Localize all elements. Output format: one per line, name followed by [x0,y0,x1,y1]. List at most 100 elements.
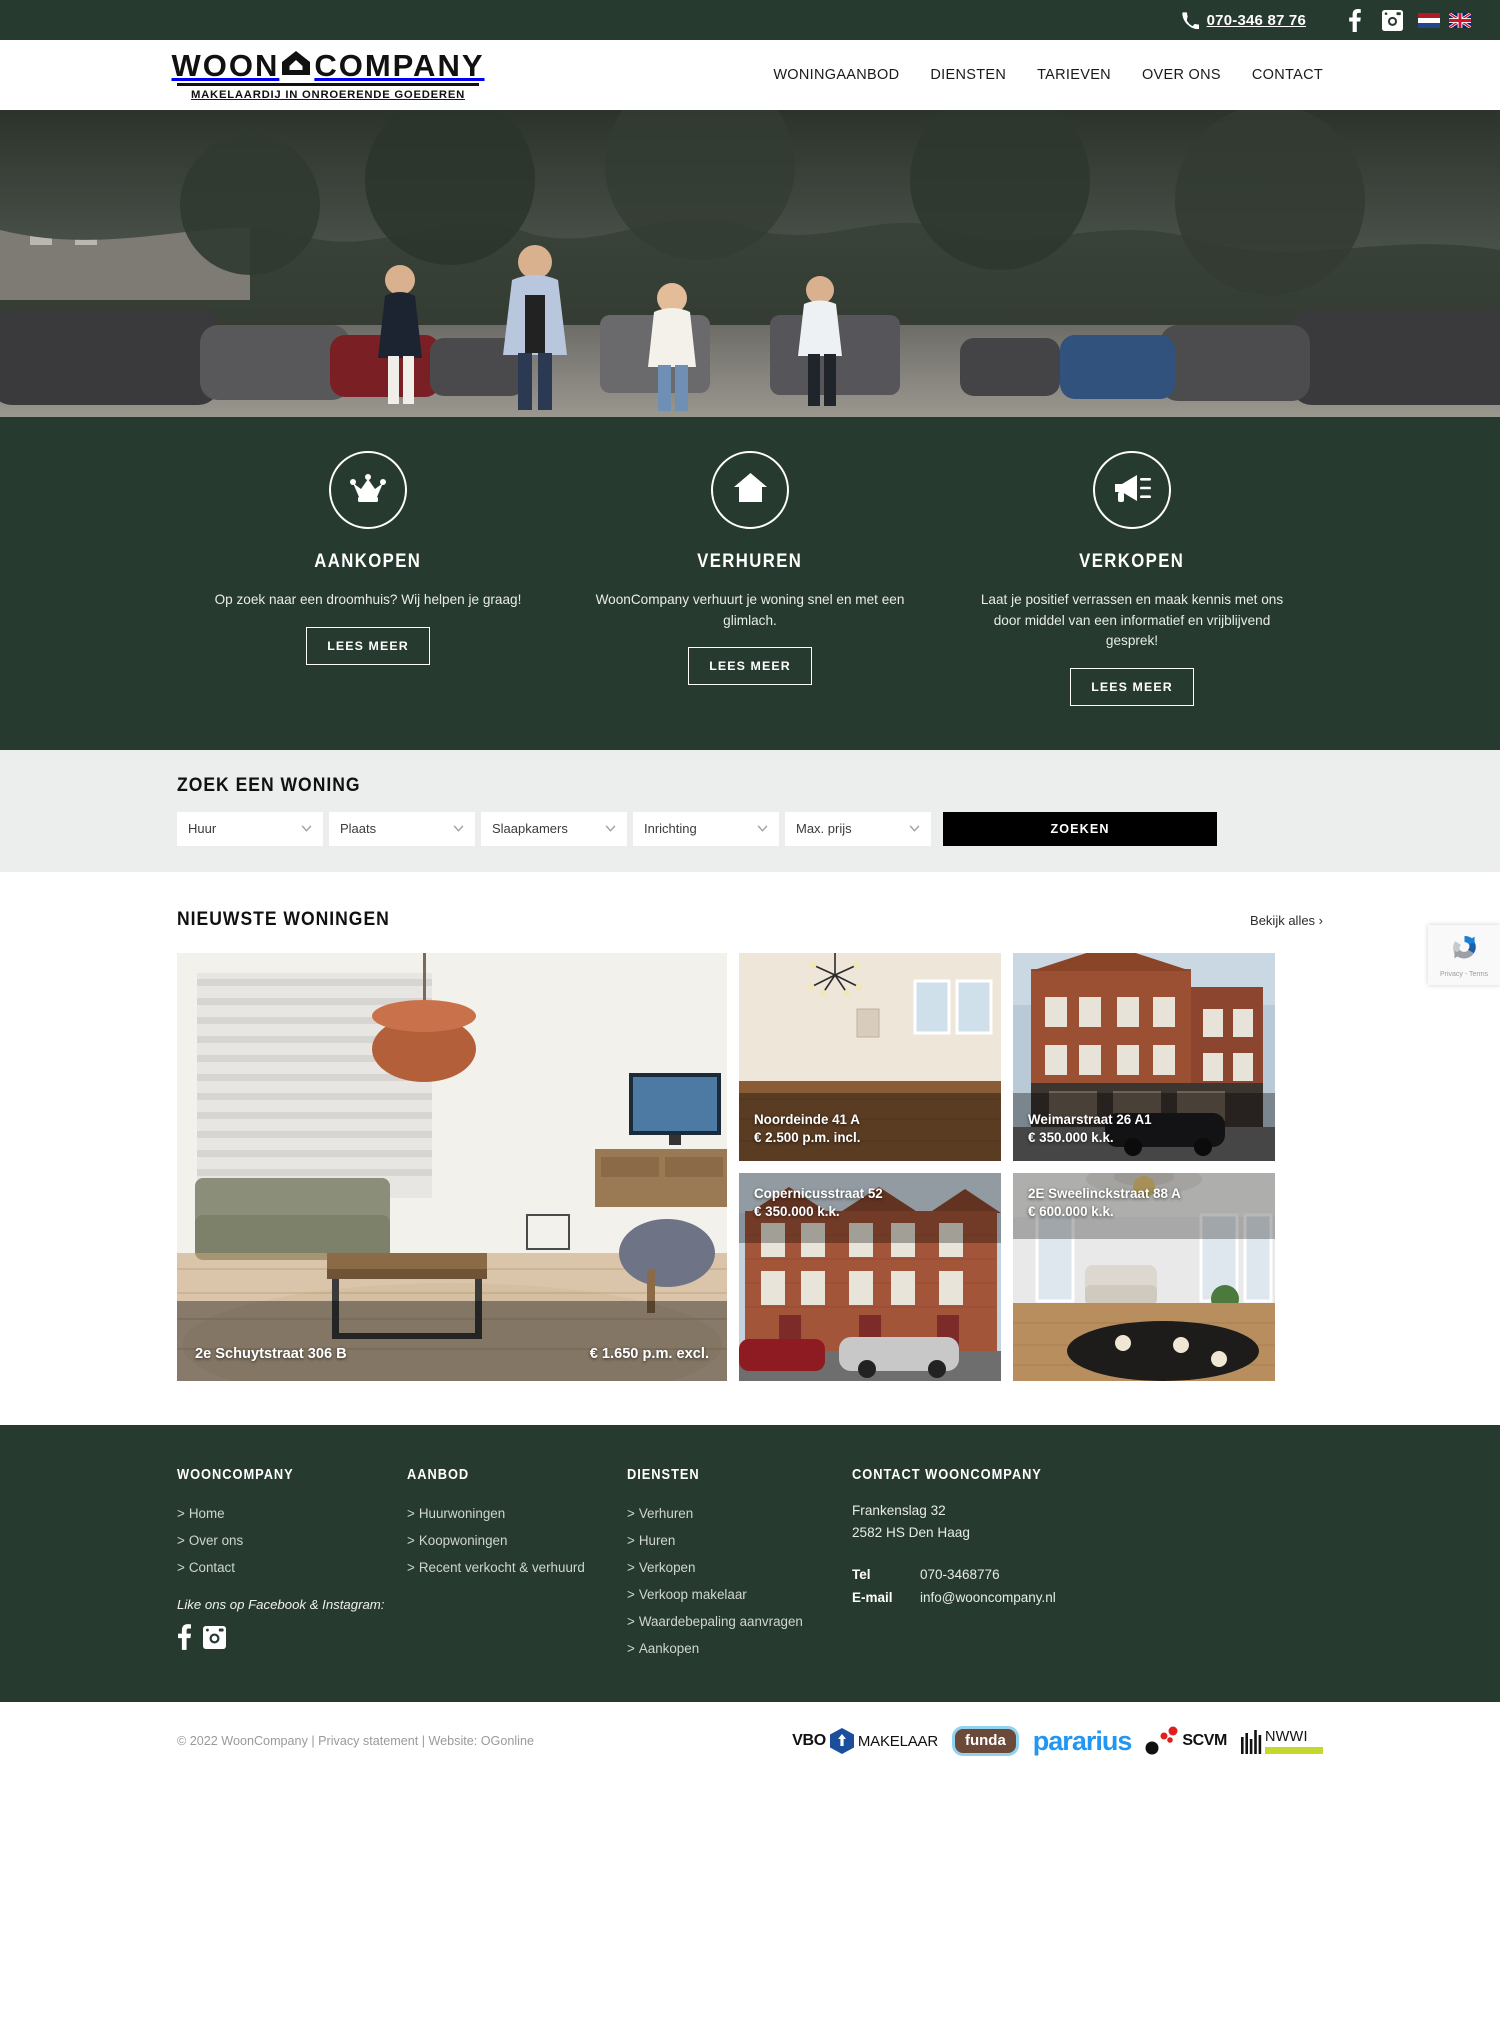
listing-card[interactable]: Copernicusstraat 52 € 350.000 k.k. [739,1172,1001,1381]
nav-item-woningaanbod[interactable]: WONINGAANBOD [773,67,899,83]
search-select-value: Slaapkamers [492,821,568,837]
service-card-verhuren: VERHUREN WoonCompany verhuurt je woning … [559,451,941,706]
search-form: Huur Plaats Slaapkamers Inrichting Max. [177,811,1323,846]
footer-link-huren[interactable]: > Huren [627,1527,852,1554]
search-submit-button[interactable]: ZOEKEN [943,811,1217,846]
listing-card[interactable]: 2e Schuytstraat 306 B € 1.650 p.m. excl. [177,952,727,1381]
partner-logo-funda: funda [951,1726,1019,1757]
footer-link-contact[interactable]: > Contact [177,1554,407,1581]
listings-header: NIEUWSTE WONINGEN Bekijk alles › [177,908,1323,931]
footer-link-waardebepaling[interactable]: > Waardebepaling aanvragen [627,1608,852,1635]
phone-link[interactable]: 070-346 87 76 [1181,12,1306,29]
logo-word-woon: WOON [171,47,280,83]
nav-item-tarieven[interactable]: TARIEVEN [1037,67,1111,83]
footer-tel-value[interactable]: 070-3468776 [920,1567,1000,1582]
instagram-link[interactable] [1380,8,1404,32]
search-select-plaats[interactable]: Plaats [329,811,475,846]
service-read-more-button[interactable]: LEES MEER [306,626,430,665]
recaptcha-badge[interactable]: Privacy - Terms [1428,925,1500,985]
service-read-more-button[interactable]: LEES MEER [688,647,812,686]
crown-icon [350,473,386,508]
chevron-right-glyph: > [627,1641,635,1657]
footer-link-over-ons[interactable]: > Over ons [177,1527,407,1554]
chevron-right-glyph: > [627,1505,635,1521]
logo-wordmark: WOON COMPANY [171,50,483,86]
service-title: VERHUREN [697,551,803,572]
service-read-more-button[interactable]: LEES MEER [1070,667,1194,706]
footer-email-label: E-mail [852,1590,893,1606]
listing-address: Copernicusstraat 52 [754,1185,883,1201]
site-logo[interactable]: WOON COMPANY MAKELAARDIJ IN ONROERENDE G… [171,50,483,101]
chevron-right-glyph: > [407,1533,415,1549]
footer-link-verhuren[interactable]: > Verhuren [627,1500,852,1527]
chevron-down-icon [453,825,464,833]
footer-link-huurwoningen[interactable]: > Huurwoningen [407,1500,627,1527]
search-inner: ZOEK EEN WONING Huur Plaats Slaapkamers … [177,774,1323,846]
search-select-huur[interactable]: Huur [177,811,323,846]
listing-card[interactable]: 2E Sweelinckstraat 88 A € 600.000 k.k. [1013,1172,1275,1381]
site-footer: WOONCOMPANY > Home > Over ons > Contact Lik… [0,1424,1500,1703]
listing-card[interactable]: Noordeinde 41 A € 2.500 p.m. incl. [739,952,1001,1161]
footer-column-title: WOONCOMPANY [177,1466,294,1483]
listing-photo [177,952,727,1381]
footer-tel-row: Tel 070-3468776 [852,1563,1323,1586]
footer-column-diensten: DIENSTEN > Verhuren > Huren > Verkopen > Ver… [627,1467,852,1662]
chevron-down-icon [757,825,768,833]
search-select-value: Inrichting [644,821,697,837]
footer-column-aanbod: AANBOD > Huurwoningen > Koopwoningen > Rece… [407,1467,627,1662]
listing-card[interactable]: Weimarstraat 26 A1 € 350.000 k.k. [1013,952,1275,1161]
hero-banner [0,110,1500,417]
nwwi-bars-icon [1241,1730,1262,1755]
listing-address: 2e Schuytstraat 306 B [195,1346,347,1363]
vbo-text: VBO [792,1732,826,1750]
recaptcha-terms[interactable]: Privacy - Terms [1440,971,1488,978]
chevron-right-glyph: > [177,1560,185,1576]
search-select-inrichting[interactable]: Inrichting [633,811,779,846]
vbo-makelaar-text: MAKELAAR [857,1732,938,1750]
nav-item-diensten[interactable]: DIENSTEN [930,67,1006,83]
footer-link-koopwoningen[interactable]: > Koopwoningen [407,1527,627,1554]
footer-link-verkoop-makelaar[interactable]: > Verkoop makelaar [627,1581,852,1608]
footer-link-label: Huurwoningen [418,1505,506,1521]
vbo-hexagon-icon [829,1728,854,1755]
partner-logo-scvm: SCVM [1145,1726,1227,1756]
hero-photo [0,110,1500,417]
language-nl-link[interactable] [1418,12,1449,28]
scvm-text: SCVM [1182,1732,1227,1750]
home-icon-circle [711,451,789,529]
listing-price: € 350.000 k.k. [1028,1129,1114,1145]
facebook-link[interactable] [1342,8,1366,32]
recaptcha-icon [1449,932,1480,968]
footer-link-verkopen[interactable]: > Verkopen [627,1554,852,1581]
partner-logos: VBO MAKELAAR funda pararius SCVM NWWI [792,1726,1323,1757]
footer-address: Frankenslag 32 2582 HS Den Haag [852,1500,1323,1544]
footer-link-recent-verkocht[interactable]: > Recent verkocht & verhuurd [407,1554,627,1581]
search-select-slaapkamers[interactable]: Slaapkamers [481,811,627,846]
chevron-down-icon [301,825,312,833]
listing-price: € 350.000 k.k. [754,1204,840,1220]
search-select-value: Plaats [340,821,377,837]
footer-facebook-link[interactable] [177,1624,191,1655]
language-en-link[interactable] [1449,12,1480,28]
megaphone-icon [1113,473,1151,508]
footer-column-contact: CONTACT WOONCOMPANY Frankenslag 32 2582 … [852,1467,1323,1662]
service-title: VERKOPEN [1079,551,1185,572]
listing-caption: Noordeinde 41 A € 2.500 p.m. incl. [739,1099,1001,1161]
chevron-right-glyph: > [407,1560,415,1576]
footer-contact-details: Tel 070-3468776 E-mail info@wooncompany.nl [852,1563,1323,1609]
footer-link-aankopen[interactable]: > Aankopen [627,1635,852,1662]
footer-link-label: Contact [188,1560,235,1576]
footer-link-home[interactable]: > Home [177,1500,407,1527]
footer-link-label: Huren [638,1533,676,1549]
nav-item-over-ons[interactable]: OVER ONS [1142,67,1221,83]
search-select-max-prijs[interactable]: Max. prijs [785,811,931,846]
facebook-icon [177,1624,191,1654]
footer-email-row: E-mail info@wooncompany.nl [852,1586,1323,1609]
footer-email-value[interactable]: info@wooncompany.nl [920,1590,1056,1605]
chevron-right-glyph: > [407,1505,415,1521]
footer-instagram-link[interactable] [203,1625,226,1654]
nav-item-contact[interactable]: CONTACT [1252,67,1323,83]
chevron-right-glyph: > [627,1533,635,1549]
listing-address: 2E Sweelinckstraat 88 A [1028,1185,1181,1201]
view-all-link[interactable]: Bekijk alles › [1250,913,1323,928]
